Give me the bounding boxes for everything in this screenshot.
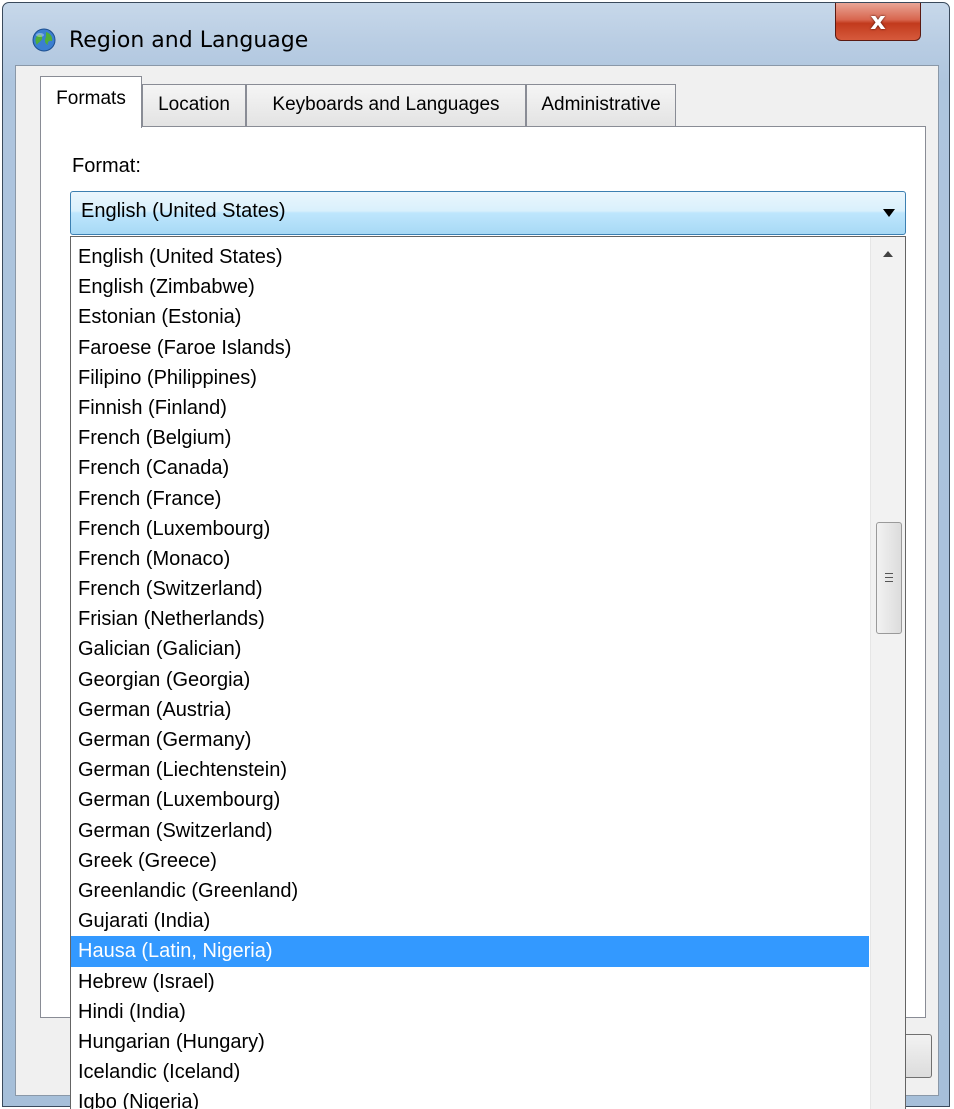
tab-keyboards-label: Keyboards and Languages [272,94,500,115]
chevron-down-icon [883,209,895,217]
tab-location-label: Location [158,94,230,115]
window-title: Region and Language [69,28,309,53]
format-option[interactable]: Frisian (Netherlands) [71,604,869,634]
format-option[interactable]: German (Germany) [71,725,869,755]
close-button[interactable]: x [835,3,921,41]
tab-administrative-label: Administrative [541,94,661,115]
tab-formats-label: Formats [56,88,126,109]
format-option[interactable]: Igbo (Nigeria) [71,1087,869,1109]
close-icon: x [870,7,886,35]
format-option[interactable]: Gujarati (India) [71,906,869,936]
scroll-thumb[interactable] [876,522,902,634]
format-options: English (United States) English (Zimbabwe… [71,242,869,1109]
format-option[interactable]: Hungarian (Hungary) [71,1027,869,1057]
format-option[interactable]: English (United States) [71,242,869,272]
dialog-button-edge[interactable] [906,1034,932,1078]
tab-formats[interactable]: Formats [40,76,142,128]
format-combobox[interactable]: English (United States) [70,191,906,235]
format-option[interactable]: French (France) [71,484,869,514]
format-option[interactable]: Hausa (Latin, Nigeria) [71,936,869,967]
format-option[interactable]: Greek (Greece) [71,846,869,876]
format-option[interactable]: German (Switzerland) [71,816,869,846]
format-option[interactable]: Icelandic (Iceland) [71,1057,869,1087]
format-option[interactable]: German (Luxembourg) [71,785,869,815]
tab-administrative[interactable]: Administrative [526,84,676,126]
format-option[interactable]: French (Switzerland) [71,574,869,604]
format-option[interactable]: English (Zimbabwe) [71,272,869,302]
format-option[interactable]: Hebrew (Israel) [71,967,869,997]
globe-icon [32,28,56,52]
format-option[interactable]: Estonian (Estonia) [71,302,869,332]
format-option[interactable]: Greenlandic (Greenland) [71,876,869,906]
format-option[interactable]: Hindi (India) [71,997,869,1027]
format-option[interactable]: French (Canada) [71,453,869,483]
format-option[interactable]: Faroese (Faroe Islands) [71,333,869,363]
format-selected-value: English (United States) [81,200,286,222]
tab-keyboards-and-languages[interactable]: Keyboards and Languages [246,84,526,126]
scroll-up-arrow-icon[interactable] [871,237,905,271]
format-dropdown-list[interactable]: English (United States) English (Zimbabwe… [70,236,906,1109]
format-option[interactable]: Georgian (Georgia) [71,665,869,695]
format-label: Format: [72,155,141,177]
format-option[interactable]: German (Austria) [71,695,869,725]
title-bar[interactable]: Region and Language x [3,3,949,65]
format-option[interactable]: Galician (Galician) [71,634,869,664]
format-option[interactable]: Filipino (Philippines) [71,363,869,393]
format-option[interactable]: German (Liechtenstein) [71,755,869,785]
format-option[interactable]: French (Monaco) [71,544,869,574]
tab-location[interactable]: Location [142,84,246,126]
format-option[interactable]: French (Belgium) [71,423,869,453]
format-option[interactable]: French (Luxembourg) [71,514,869,544]
format-option[interactable]: Finnish (Finland) [71,393,869,423]
grip-icon [885,573,893,582]
dropdown-scrollbar[interactable] [870,237,905,1109]
